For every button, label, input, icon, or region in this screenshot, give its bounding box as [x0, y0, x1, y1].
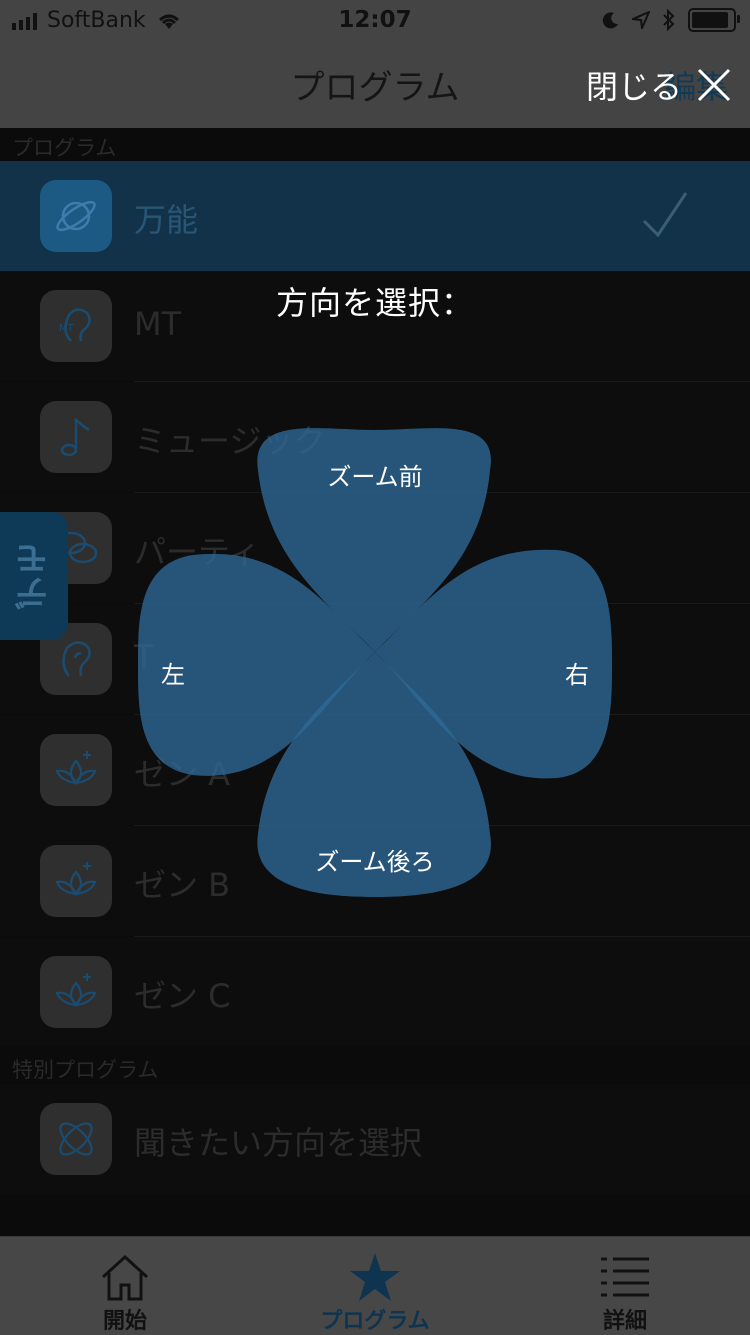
direction-left-label: 左 — [161, 661, 185, 689]
direction-selector — [138, 428, 612, 897]
direction-right-label: 右 — [565, 661, 589, 689]
direction-overlay: 閉じる 方向を選択： ズーム前 ズーム後ろ 左 右 — [0, 0, 750, 1334]
direction-down-label: ズーム後ろ — [315, 848, 435, 876]
direction-up-label: ズーム前 — [327, 463, 423, 491]
